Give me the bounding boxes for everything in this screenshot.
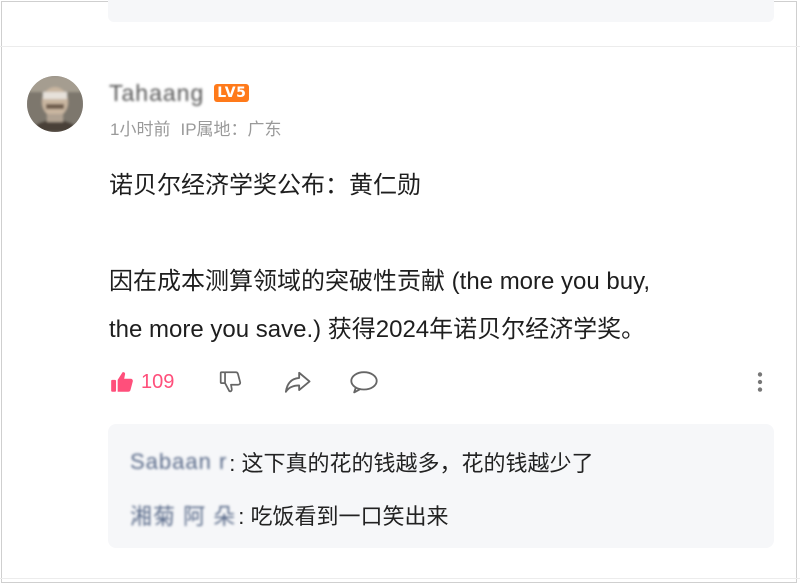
previous-reply-card	[108, 0, 774, 22]
comment-actions: 109	[109, 364, 769, 400]
avatar-image	[27, 76, 83, 132]
share-icon	[284, 371, 311, 393]
more-vertical-icon	[757, 372, 763, 392]
comment-paragraph: 诺贝尔经济学奖公布：黄仁勋	[109, 172, 421, 199]
reply-username[interactable]: Sabaan r	[130, 449, 227, 475]
username[interactable]: Tahaang	[109, 80, 204, 107]
comment-header: Tahaang LV5	[109, 80, 250, 107]
comment-icon	[350, 371, 378, 394]
comment-paragraph: the more you save.) 获得2024年诺贝尔经济学奖。	[109, 316, 646, 343]
reply-text: : 吃饭看到一口笑出来	[238, 504, 449, 529]
comment-time: 1小时前	[110, 120, 171, 139]
share-button[interactable]	[283, 364, 313, 400]
thumbs-down-icon	[219, 371, 242, 393]
comment-meta: 1小时前 IP属地：广东	[110, 115, 282, 140]
user-avatar[interactable]	[27, 76, 83, 132]
more-options-button[interactable]	[755, 364, 765, 400]
dislike-button[interactable]	[218, 364, 244, 400]
reply-text: : 这下真的花的钱越多，花的钱越少了	[229, 451, 594, 476]
reply-username[interactable]: 湘菊 阿 朵	[130, 499, 236, 531]
reply-item[interactable]: Sabaan r : 这下真的花的钱越多，花的钱越少了	[130, 446, 594, 478]
comment-divider	[0, 46, 800, 47]
ip-location: IP属地：广东	[180, 120, 282, 139]
comment-paragraph: 因在成本测算领域的突破性贡献 (the more you buy,	[109, 268, 650, 295]
bottom-divider	[0, 578, 800, 579]
reply-preview-box[interactable]: Sabaan r : 这下真的花的钱越多，花的钱越少了 湘菊 阿 朵 : 吃饭看…	[108, 424, 774, 548]
thumbs-up-icon	[111, 372, 133, 392]
level-badge: LV5	[214, 84, 250, 102]
like-count: 109	[141, 370, 175, 393]
like-button[interactable]: 109	[109, 364, 174, 400]
reply-button[interactable]	[349, 364, 379, 400]
comment-body: 诺贝尔经济学奖公布：黄仁勋 因在成本测算领域的突破性贡献 (the more y…	[109, 162, 759, 354]
reply-item[interactable]: 湘菊 阿 朵 : 吃饭看到一口笑出来	[130, 499, 448, 531]
